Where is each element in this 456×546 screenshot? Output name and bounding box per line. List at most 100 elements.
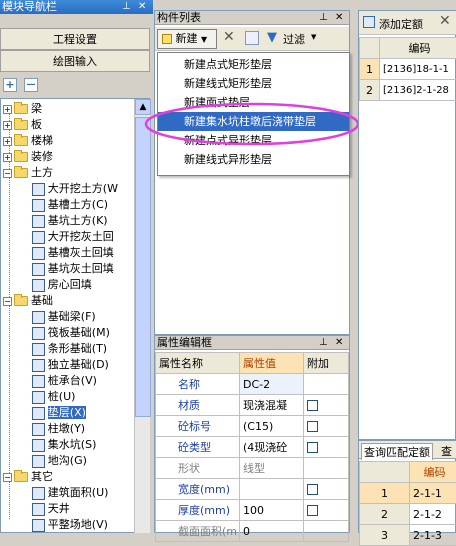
table-row[interactable]: 32-1-3: [360, 525, 456, 546]
menu-item[interactable]: 新建点式矩形垫层: [158, 55, 349, 74]
copy-icon[interactable]: [245, 31, 259, 45]
tree-item[interactable]: 基坑灰土回填: [32, 261, 114, 277]
component-icon: [32, 375, 45, 388]
highlight-ellipse-shape: [146, 104, 358, 144]
tree-group-other[interactable]: −其它: [3, 469, 53, 485]
tree-scrollbar[interactable]: ▲: [134, 99, 150, 533]
pin-icon[interactable]: ⊥: [319, 336, 328, 350]
tree-label: 地沟(G): [48, 454, 87, 467]
collapse-icon[interactable]: −: [3, 169, 12, 178]
expand-icon[interactable]: +: [3, 121, 12, 130]
filter-button[interactable]: 过滤: [283, 31, 305, 47]
tree-item[interactable]: 柱墩(Y): [32, 421, 85, 437]
tree-item[interactable]: 大开挖灰土回: [32, 229, 114, 245]
close-icon[interactable]: ✕: [138, 0, 146, 14]
tree-item[interactable]: 基槽土方(C): [32, 197, 108, 213]
component-icon: [32, 439, 45, 452]
extra-checkbox[interactable]: [307, 442, 318, 453]
extra-checkbox[interactable]: [307, 484, 318, 495]
table-row: 名称DC-2: [156, 374, 349, 395]
tree-item[interactable]: 房心回填: [32, 277, 92, 293]
add-quota-button[interactable]: 添加定额: [379, 16, 423, 32]
table-row[interactable]: 2[2136]2-1-28: [360, 80, 456, 101]
folder-icon: [14, 168, 28, 178]
pin-icon[interactable]: ⊥: [319, 11, 328, 25]
tree-label: 基础梁(F): [48, 310, 96, 323]
collapse-icon[interactable]: −: [3, 297, 12, 306]
tab-query-matching[interactable]: 查询匹配定额: [361, 443, 433, 460]
tree-group-earthwork[interactable]: −土方: [3, 165, 53, 181]
close-icon[interactable]: ✕: [335, 336, 343, 350]
tree-label: 装修: [31, 150, 53, 163]
menu-item[interactable]: 新建线式矩形垫层: [158, 74, 349, 93]
property-value[interactable]: 0: [240, 521, 304, 542]
property-name: 厚度(mm): [156, 500, 240, 521]
tree-item[interactable]: 桩(U): [32, 389, 76, 405]
property-value[interactable]: DC-2: [240, 374, 304, 395]
delete-icon[interactable]: ✕: [223, 29, 235, 45]
filter-icon[interactable]: ▼: [267, 30, 277, 45]
expand-icon[interactable]: +: [3, 105, 12, 114]
delete-icon[interactable]: ✕: [439, 13, 451, 29]
chevron-down-icon[interactable]: ▼: [311, 33, 316, 41]
new-component-icon: [162, 34, 172, 44]
add-icon[interactable]: +: [3, 78, 17, 92]
tree-item[interactable]: 大开挖土方(W: [32, 181, 118, 197]
property-value[interactable]: 现浇混凝: [240, 395, 304, 416]
property-name: 宽度(mm): [156, 479, 240, 500]
tree-item[interactable]: 地沟(G): [32, 453, 87, 469]
tree-group[interactable]: + 楼梯: [3, 133, 53, 149]
extra-checkbox[interactable]: [307, 421, 318, 432]
table-row[interactable]: 1[2136]18-1-1: [360, 59, 456, 80]
remove-icon[interactable]: —: [24, 78, 38, 92]
property-value[interactable]: (4现浇砼: [240, 437, 304, 458]
tree-label: 桩承台(V): [48, 374, 97, 387]
tree-item[interactable]: 集水坑(S): [32, 437, 97, 453]
drawing-input-button[interactable]: 绘图输入: [0, 50, 150, 72]
tree-label: 基槽灰土回填: [48, 246, 114, 259]
tree-item[interactable]: 天井: [32, 501, 70, 517]
collapse-icon[interactable]: −: [3, 473, 12, 482]
tree-group-foundation[interactable]: −基础: [3, 293, 53, 309]
tree-item[interactable]: 垫层(X): [32, 405, 86, 421]
property-value[interactable]: [240, 479, 304, 500]
expand-icon[interactable]: +: [3, 153, 12, 162]
tree-item[interactable]: 条形基础(T): [32, 341, 107, 357]
tree-item[interactable]: 桩承台(V): [32, 373, 97, 389]
project-settings-button[interactable]: 工程设置: [0, 28, 150, 50]
tree-group[interactable]: +梁: [3, 101, 42, 117]
extra-checkbox[interactable]: [307, 400, 318, 411]
highlight-ellipse: [142, 99, 362, 149]
table-row[interactable]: 12-1-1: [360, 483, 456, 504]
close-icon[interactable]: ✕: [335, 11, 343, 25]
tree-group[interactable]: +板: [3, 117, 42, 133]
tree-label: 大开挖灰土回: [48, 230, 114, 243]
property-value[interactable]: 100: [240, 500, 304, 521]
tree-item[interactable]: 建筑面积(U): [32, 485, 109, 501]
table-row: 截面面积(m0: [156, 521, 349, 542]
tree-item[interactable]: 基坑土方(K): [32, 213, 108, 229]
property-value[interactable]: 线型: [240, 458, 304, 479]
component-icon: [32, 279, 45, 292]
tree-label: 楼梯: [31, 134, 53, 147]
component-icon: [32, 343, 45, 356]
tree-item[interactable]: 基槽灰土回填: [32, 245, 114, 261]
tree-label: 集水坑(S): [48, 438, 97, 451]
extra-checkbox[interactable]: [307, 505, 318, 516]
property-value[interactable]: (C15): [240, 416, 304, 437]
table-row[interactable]: 22-1-2: [360, 504, 456, 525]
scroll-thumb[interactable]: [135, 117, 151, 417]
pin-icon[interactable]: ⊥: [122, 0, 131, 14]
tree-item[interactable]: 基础梁(F): [32, 309, 96, 325]
row-number: 1: [360, 483, 410, 504]
menu-item[interactable]: 新建线式异形垫层: [158, 150, 349, 169]
tree-group[interactable]: + 装修: [3, 149, 53, 165]
expand-icon[interactable]: +: [3, 137, 12, 146]
tree-item[interactable]: 筏板基础(M): [32, 325, 110, 341]
tree-item[interactable]: 平整场地(V): [32, 517, 108, 533]
module-tree[interactable]: +梁+板+楼梯+装修−土方大开挖土方(W基槽土方(C)基坑土方(K)大开挖灰土回…: [0, 98, 150, 533]
property-name: 截面面积(m: [156, 521, 240, 542]
new-button[interactable]: 新建 ▼: [157, 29, 217, 49]
tree-item[interactable]: 独立基础(D): [32, 357, 109, 373]
component-icon: [32, 487, 45, 500]
